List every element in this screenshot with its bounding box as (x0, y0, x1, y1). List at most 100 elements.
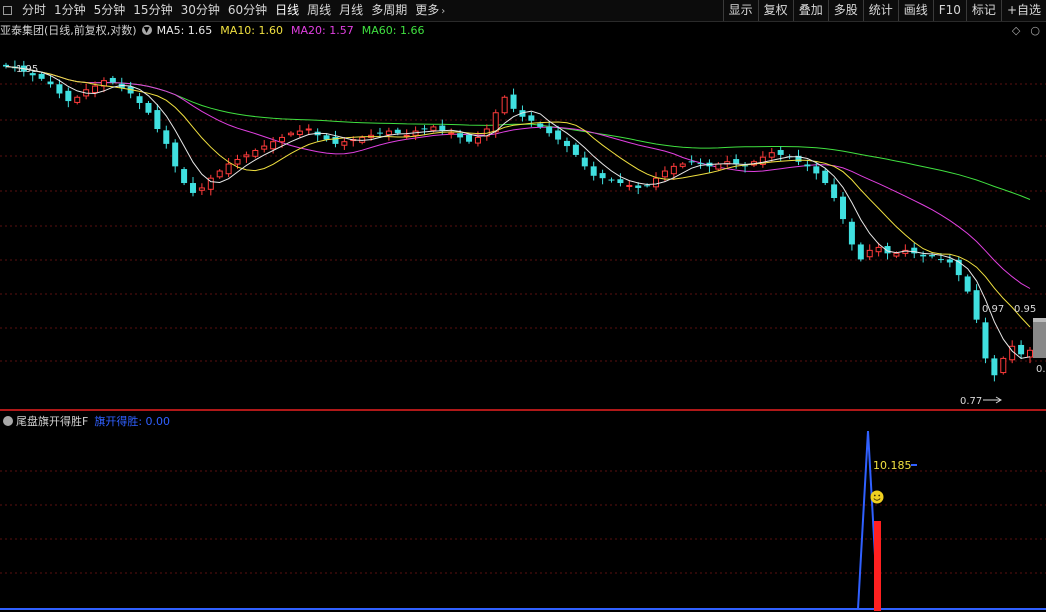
right-scroll-handle[interactable] (1033, 318, 1046, 358)
candle-body (145, 102, 152, 113)
candle-body (252, 149, 259, 157)
candle-body (804, 164, 811, 167)
indicator-grid (0, 470, 1046, 574)
indicator-value-label: 10.185 (873, 459, 912, 472)
right-buttons: 显示 复权 叠加 多股 统计 画线 F10 标记 +自选 (722, 0, 1046, 21)
candle-body (448, 132, 455, 135)
ma10-line (5, 66, 1031, 328)
overlay-button[interactable]: 叠加 (792, 0, 828, 21)
candle-body (991, 358, 998, 376)
candle-body (848, 221, 855, 245)
layout-square-icon[interactable] (3, 6, 12, 15)
candle-body (323, 135, 330, 140)
candle-body (430, 126, 437, 131)
candle-body (474, 136, 481, 144)
mark-button[interactable]: 标记 (965, 0, 1001, 21)
candle-body (590, 166, 597, 176)
indicator-settings-icon[interactable] (3, 416, 13, 426)
candle-body (973, 290, 980, 320)
candle-body (875, 246, 882, 253)
high-price-label: 1.95 (16, 64, 38, 75)
top-toolbar: 分时 1分钟 5分钟 15分钟 30分钟 60分钟 日线 周线 月线 多周期 更… (0, 0, 1046, 22)
circle-icon[interactable]: ○ (1030, 24, 1040, 37)
candle-body (261, 145, 268, 150)
candle-body (385, 130, 392, 136)
period-tabs: 分时 1分钟 5分钟 15分钟 30分钟 60分钟 日线 周线 月线 多周期 更… (0, 0, 449, 21)
candle-body (937, 259, 944, 261)
f10-button[interactable]: F10 (932, 0, 966, 21)
candle-body (1000, 357, 1007, 374)
candlestick-chart[interactable]: 1.95 0.97 0.95 0. 0.77 (0, 38, 1046, 409)
candle-body (528, 115, 535, 121)
tab-15min[interactable]: 15分钟 (129, 0, 176, 21)
adjust-button[interactable]: 复权 (757, 0, 793, 21)
candle-body (599, 173, 606, 179)
draw-line-button[interactable]: 画线 (897, 0, 933, 21)
candle-body (715, 163, 722, 170)
candles (3, 60, 1033, 382)
candle-body (163, 130, 170, 144)
candle-body (555, 130, 562, 140)
candle-body (982, 322, 989, 359)
candle-body (946, 259, 953, 263)
stock-title: 亚泰集团(日线,前复权,对数) (0, 24, 137, 37)
tab-5min[interactable]: 5分钟 (90, 0, 130, 21)
indicator-chart[interactable]: 10.185 (0, 411, 1046, 612)
ma-settings-icon[interactable]: ▼ (141, 25, 152, 35)
tab-30min[interactable]: 30分钟 (177, 0, 224, 21)
tab-multi-period[interactable]: 多周期 (367, 0, 411, 21)
ma10-label: MA10: 1.60 (220, 23, 284, 37)
candle-body (136, 96, 143, 103)
candle-body (172, 142, 179, 167)
ma60-label: MA60: 1.66 (361, 23, 425, 37)
main-info-line: 亚泰集团(日线,前复权,对数) ▼ MA5: 1.65 MA10: 1.60 M… (0, 22, 432, 38)
tab-1min[interactable]: 1分钟 (50, 0, 90, 21)
ma5-label: MA5: 1.65 (156, 23, 213, 37)
indicator-series-label: 旗开得胜: 0.00 (94, 415, 171, 428)
candle-body (920, 254, 927, 257)
ma20-polyline (5, 66, 1031, 289)
tab-weekly[interactable]: 周线 (303, 0, 335, 21)
candle-body (243, 154, 250, 158)
candle-body (670, 165, 677, 175)
candle-body (635, 185, 642, 188)
candle-body (341, 141, 348, 146)
display-button[interactable]: 显示 (722, 0, 758, 21)
candle-body (56, 84, 63, 94)
low-price-label: 0.77 (960, 396, 982, 407)
candle-body (65, 90, 72, 102)
candle-body (305, 128, 312, 131)
candle-body (617, 179, 624, 184)
candle-body (234, 158, 241, 165)
indicator-red-bar (874, 521, 881, 611)
candle-body (198, 187, 205, 191)
tab-minute[interactable]: 分时 (18, 0, 50, 21)
indicator-name: 尾盘旗开得胜F (16, 415, 89, 428)
tab-more[interactable]: 更多 › (411, 0, 449, 21)
candle-body (403, 134, 410, 137)
candle-body (546, 126, 553, 134)
candle-body (822, 170, 829, 184)
candle-body (421, 128, 428, 130)
add-watchlist-button[interactable]: +自选 (1000, 0, 1046, 21)
candle-body (225, 163, 232, 175)
candle-body (679, 163, 686, 167)
stats-button[interactable]: 统计 (862, 0, 898, 21)
ma20-label: MA20: 1.57 (291, 23, 354, 37)
candle-body (279, 136, 286, 143)
diamond-icon[interactable]: ◇ (1012, 24, 1020, 37)
tab-monthly[interactable]: 月线 (335, 0, 367, 21)
multi-stock-button[interactable]: 多股 (827, 0, 863, 21)
candle-body (626, 184, 633, 187)
tab-daily[interactable]: 日线 (271, 0, 303, 21)
candle-body (38, 73, 45, 79)
tab-60min[interactable]: 60分钟 (224, 0, 271, 21)
candle-body (466, 134, 473, 142)
candle-body (866, 249, 873, 258)
main-panel-icons: ◇ ○ (1012, 22, 1040, 38)
candle-body (510, 94, 517, 109)
tab-more-label: 更多 (415, 3, 440, 17)
price-label-1: 0.97 (982, 304, 1004, 315)
candle-body (332, 136, 339, 144)
candle-body (563, 140, 570, 147)
